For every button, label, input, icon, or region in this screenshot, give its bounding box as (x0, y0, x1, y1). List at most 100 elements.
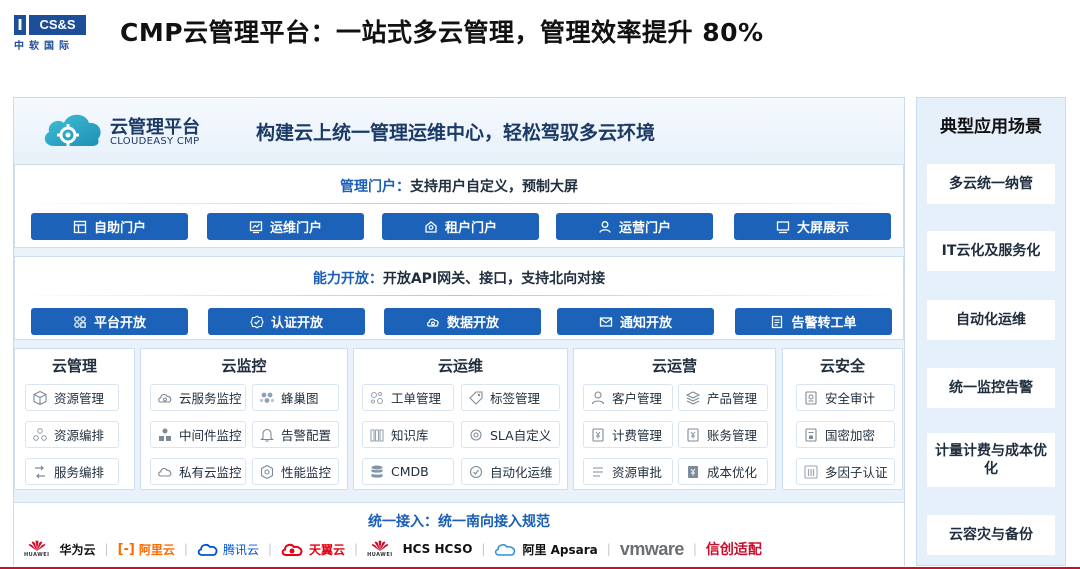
capability-title-text: 开放API网关、接口，支持北向对接 (382, 271, 606, 287)
item-label: 资源审批 (612, 465, 663, 480)
portal-title-text: 支持用户自定义，预制大屏 (410, 179, 578, 195)
separator: | (354, 542, 359, 556)
honeycomb-icon (259, 392, 275, 403)
layout-icon (73, 220, 87, 233)
automation-ops-item[interactable]: 自动化运维 (461, 458, 560, 485)
button-label: 告警转工单 (791, 316, 857, 331)
cloud-operation-business-section: 云运营 客户管理 产品管理 计费管理 账务管理 资源审批 成本优化 (573, 348, 776, 490)
yen-icon (688, 465, 698, 478)
item-label: 标签管理 (490, 391, 541, 406)
accounting-management-item[interactable]: 账务管理 (678, 421, 768, 448)
vendor-label: HCS HCSO (402, 542, 473, 556)
data-open-button[interactable]: 数据开放 (384, 308, 541, 335)
platform-slogan: 构建云上统一管理运维中心，轻松驾驭多云环境 (256, 122, 656, 144)
vendor-label: 腾讯云 (222, 542, 259, 557)
ops-portal-button[interactable]: 运维门户 (207, 213, 364, 240)
service-orchestration-item[interactable]: 服务编排 (25, 458, 119, 485)
cloud-security-section: 云安全 安全审计 国密加密 多因子认证 (782, 348, 903, 490)
alarm-config-item[interactable]: 告警配置 (252, 421, 339, 448)
cloud-service-monitoring-item[interactable]: 云服务监控 (150, 384, 246, 411)
tag-management-item[interactable]: 标签管理 (461, 384, 560, 411)
separator: | (104, 542, 109, 556)
item-label: 产品管理 (707, 391, 758, 406)
separator: | (267, 542, 272, 556)
performance-monitoring-item[interactable]: 性能监控 (252, 458, 339, 485)
portal-title: 管理门户：支持用户自定义，预制大屏 (15, 176, 903, 196)
button-label: 运维门户 (269, 221, 322, 236)
ticket-management-item[interactable]: 工单管理 (362, 384, 454, 411)
sla-custom-item[interactable]: SLA自定义 (461, 421, 560, 448)
honeycomb-chart-item[interactable]: 蜂巢图 (252, 384, 339, 411)
button-label: 认证开放 (270, 316, 323, 331)
private-cloud-monitoring-item[interactable]: 私有云监控 (150, 458, 246, 485)
tenant-portal-button[interactable]: 租户门户 (382, 213, 539, 240)
section-title: 云安全 (819, 357, 865, 375)
layers-icon (685, 390, 701, 405)
gears-icon (370, 391, 384, 404)
item-label: 客户管理 (612, 391, 663, 406)
scenarios-panel: 典型应用场景 多云统一纳管 IT云化及服务化 自动化运维 统一监控告警 计量计费… (916, 97, 1066, 566)
huawei-sub: HUAWEI (367, 552, 393, 558)
cloud-data-icon (426, 318, 439, 327)
section-title: 云运营 (651, 357, 697, 375)
billing-management-item[interactable]: 计费管理 (583, 421, 673, 448)
aliyun-bracket-icon: [-] (117, 541, 135, 557)
separator: | (481, 542, 486, 556)
huawei-flower-icon (371, 540, 389, 551)
item-label: 安全审计 (825, 391, 876, 406)
encrypt-doc-icon (805, 427, 817, 442)
portal-title-highlight: 管理门户： (340, 179, 410, 195)
vendor-label: 华为云 (59, 542, 96, 557)
national-crypto-item[interactable]: 国密加密 (796, 421, 895, 448)
resource-approval-item[interactable]: 资源审批 (583, 458, 673, 485)
alarm-to-ticket-button[interactable]: 告警转工单 (735, 308, 892, 335)
vendor-xinchuang: 信创适配 (706, 539, 762, 559)
mfa-item[interactable]: 多因子认证 (796, 458, 895, 485)
access-title-highlight: 统一接入： (368, 514, 438, 530)
tag-icon (469, 390, 483, 405)
gauge-icon (260, 464, 274, 479)
button-label: 通知开放 (619, 316, 672, 331)
button-label: 运营门户 (618, 221, 671, 236)
item-label: CMDB (391, 464, 429, 479)
item-label: 账务管理 (707, 428, 758, 443)
logo-text: CS&S (29, 15, 86, 35)
middleware-monitoring-item[interactable]: 中间件监控 (150, 421, 246, 448)
scenario-item: IT云化及服务化 (927, 231, 1055, 271)
security-audit-item[interactable]: 安全审计 (796, 384, 895, 411)
keypad-icon (804, 464, 818, 479)
button-label: 大屏展示 (796, 221, 849, 236)
big-screen-button[interactable]: 大屏展示 (734, 213, 891, 240)
vendor-ali-apsara: 阿里 Apsara (494, 541, 598, 558)
unified-access-panel: 统一接入：统一南向接入规范 HUAWEI 华为云 | [-] 阿里云 | 腾讯云… (14, 502, 904, 566)
notify-open-button[interactable]: 通知开放 (557, 308, 714, 335)
product-management-item[interactable]: 产品管理 (678, 384, 768, 411)
knowledge-base-item[interactable]: 知识库 (362, 421, 454, 448)
vendor-huawei-cloud: HUAWEI 华为云 (24, 540, 96, 558)
vendor-tencent-cloud: 腾讯云 (197, 541, 259, 558)
middleware-icon (159, 428, 171, 441)
cloud-icon (158, 467, 172, 477)
document-icon (772, 315, 783, 328)
resource-orchestration-item[interactable]: 资源编排 (25, 421, 119, 448)
auth-open-button[interactable]: 认证开放 (208, 308, 365, 335)
approval-list-icon (593, 466, 603, 477)
database-icon (371, 465, 383, 478)
self-service-portal-button[interactable]: 自助门户 (31, 213, 188, 240)
tenant-icon (425, 220, 437, 233)
platform-open-button[interactable]: 平台开放 (31, 308, 188, 335)
capability-title-highlight: 能力开放： (312, 271, 383, 287)
cmdb-item[interactable]: CMDB (362, 458, 454, 485)
access-title: 统一接入：统一南向接入规范 (14, 511, 904, 531)
capability-panel: 能力开放：开放API网关、接口，支持北向对接 平台开放 认证开放 数据开放 通知… (14, 256, 904, 340)
resource-management-item[interactable]: 资源管理 (25, 384, 119, 411)
operations-portal-button[interactable]: 运营门户 (556, 213, 713, 240)
section-title: 云管理 (51, 357, 97, 375)
item-label: 蜂巢图 (281, 391, 319, 406)
portal-panel: 管理门户：支持用户自定义，预制大屏 自助门户 运维门户 租户门户 运营门户 大屏… (14, 164, 904, 248)
cost-optimization-item[interactable]: 成本优化 (678, 458, 768, 485)
customer-management-item[interactable]: 客户管理 (583, 384, 673, 411)
page-title: CMP云管理平台：一站式多云管理，管理效率提升 80% (120, 18, 764, 47)
nodes-icon (33, 427, 47, 441)
vendor-label: vmware (619, 538, 685, 559)
